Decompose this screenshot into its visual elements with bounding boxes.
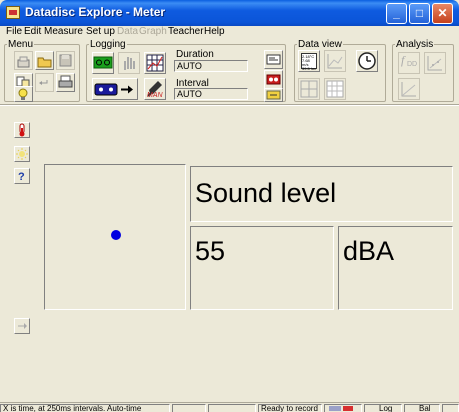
status-sensor <box>324 404 362 412</box>
manual-probe-button[interactable]: MAN <box>144 78 166 100</box>
tape-record-icon <box>94 83 133 96</box>
toolbar: Menu Logging MAN Duration AUTO Interval <box>0 38 459 104</box>
app-icon[interactable] <box>6 6 20 19</box>
status-blank-1 <box>172 404 206 412</box>
logging-group-label: Logging <box>89 39 127 50</box>
sensor-status-red-icon <box>343 406 353 411</box>
status-state: Ready to record <box>258 404 322 412</box>
save-button[interactable] <box>56 51 75 70</box>
grid-view-button[interactable] <box>298 78 320 100</box>
hand-button[interactable] <box>118 52 140 74</box>
print-button[interactable] <box>56 73 75 92</box>
indicator-dot <box>111 230 121 240</box>
record-mode-icon <box>266 74 281 85</box>
grid-view-icon <box>300 80 318 98</box>
close-button[interactable]: ✕ <box>432 3 453 24</box>
snapshot-grid-button[interactable] <box>144 52 166 74</box>
meter-value: 55 <box>195 236 226 266</box>
open-button[interactable] <box>35 51 54 70</box>
thermometer-icon <box>19 123 25 137</box>
status-bal[interactable]: Bal <box>404 404 440 412</box>
print-icon <box>58 75 73 88</box>
scatter-button[interactable] <box>424 52 446 74</box>
playback-button[interactable] <box>264 88 283 102</box>
new-file-icon <box>17 56 30 68</box>
menu-file[interactable]: File <box>6 26 22 38</box>
open-folder-icon <box>37 57 52 68</box>
trend-icon <box>401 82 416 97</box>
save-icon <box>59 54 72 67</box>
table-grid-icon <box>326 80 344 98</box>
record-mode-button[interactable] <box>264 70 283 89</box>
data-view-group-label: Data view <box>297 39 343 50</box>
duration-field[interactable]: AUTO <box>174 60 248 72</box>
light-button[interactable] <box>14 146 30 162</box>
menu-data[interactable]: Data <box>117 26 138 38</box>
table-thumb: 2.18°C 7.68 m/s 39.5 lux <box>302 55 317 71</box>
value-panel: 55 <box>190 226 334 310</box>
sensor-icon <box>266 54 281 65</box>
menu-setup[interactable]: Set up <box>86 26 115 38</box>
next-icon <box>18 323 27 329</box>
graph-view-button[interactable] <box>324 50 346 72</box>
playback-icon <box>266 90 281 100</box>
snapshot-grid-icon <box>146 54 164 72</box>
status-blank-2 <box>208 404 256 412</box>
window-title: Datadisc Explore - Meter <box>25 5 166 19</box>
arrow-icon <box>128 85 133 94</box>
table-grid-button[interactable] <box>324 78 346 100</box>
sensor-status-icon <box>329 406 341 411</box>
status-blank-3 <box>442 404 459 412</box>
analysis-group-label: Analysis <box>395 39 435 50</box>
manual-label: MAN <box>147 92 163 99</box>
menu-measure[interactable]: Measure <box>44 26 83 38</box>
interval-field[interactable]: AUTO <box>174 88 248 100</box>
menu-bar: File Edit Measure Set up Data Graph Teac… <box>0 26 459 38</box>
status-bar: X is time, at 250ms intervals. Auto-time… <box>0 402 459 412</box>
function-dd-label: DD <box>407 61 418 68</box>
light-icon <box>16 148 28 160</box>
start-record-button[interactable] <box>92 52 114 74</box>
next-button[interactable] <box>14 318 30 334</box>
menu-graph[interactable]: Graph <box>139 26 167 38</box>
tip-button[interactable] <box>14 86 33 102</box>
svg-text:?: ? <box>18 171 25 183</box>
title-bar: Datadisc Explore - Meter _ □ ✕ <box>0 0 459 26</box>
new-button[interactable] <box>14 51 33 70</box>
tape-record-button[interactable] <box>92 78 138 100</box>
table-view-button[interactable]: 2.18°C 7.68 m/s 39.5 lux <box>298 50 320 72</box>
meter-unit: dBA <box>343 236 395 266</box>
tip-icon <box>18 88 28 100</box>
start-record-icon <box>93 56 113 69</box>
clock-button[interactable] <box>356 50 378 72</box>
quantity-label: Sound level <box>195 178 337 208</box>
function-icon: f <box>401 53 405 67</box>
duration-label: Duration <box>176 49 214 60</box>
thermometer-button[interactable] <box>14 122 30 138</box>
clock-icon <box>358 52 376 70</box>
menu-group-label: Menu <box>7 39 35 50</box>
help-button[interactable]: ? <box>14 168 30 184</box>
menu-edit[interactable]: Edit <box>24 26 41 38</box>
hand-icon <box>124 57 135 70</box>
menu-teacher[interactable]: Teacher <box>168 26 204 38</box>
unit-panel: dBA <box>338 226 453 310</box>
maximize-button[interactable]: □ <box>409 3 430 24</box>
undo-icon <box>39 80 48 85</box>
help-icon: ? <box>18 171 25 183</box>
graph-view-icon <box>327 54 343 69</box>
scatter-icon <box>427 56 442 71</box>
sensor-button[interactable] <box>264 50 283 69</box>
function-button[interactable]: f DD <box>398 52 420 74</box>
quantity-panel: Sound level <box>190 166 453 222</box>
menu-help[interactable]: Help <box>204 26 225 38</box>
status-info: X is time, at 250ms intervals. Auto-time <box>0 404 170 412</box>
toolbar-separator <box>0 104 459 106</box>
undo-button[interactable] <box>35 73 54 92</box>
status-log[interactable]: Log <box>364 404 402 412</box>
trend-button[interactable] <box>398 78 420 100</box>
minimize-button[interactable]: _ <box>386 3 407 24</box>
